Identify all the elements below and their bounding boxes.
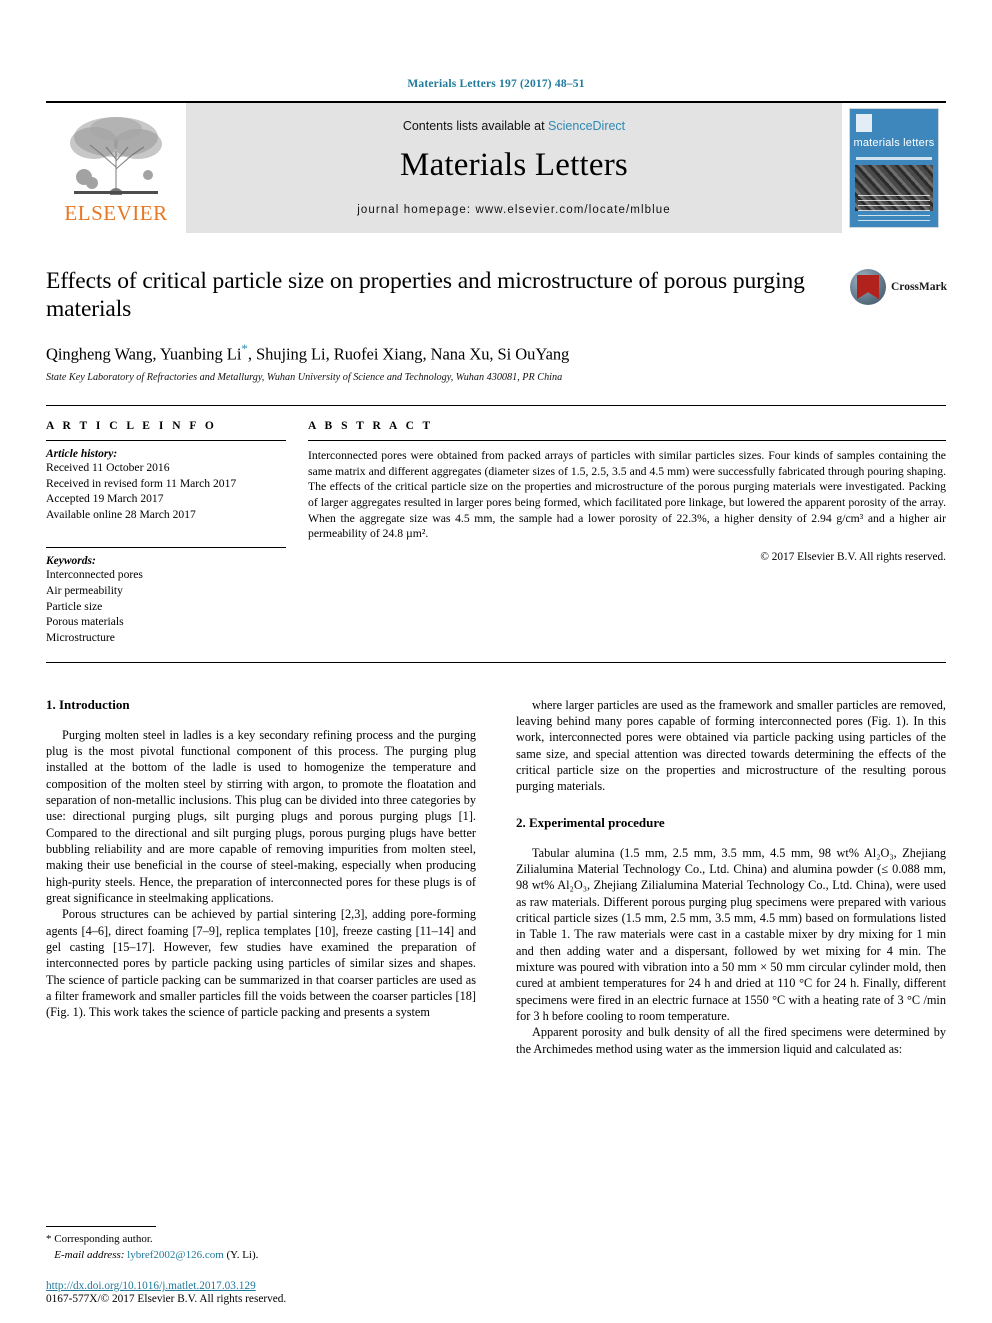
divider (308, 439, 946, 441)
article-info-heading: A R T I C L E I N F O (46, 419, 217, 432)
intro-paragraph-1: Purging molten steel in ladles is a key … (46, 727, 476, 906)
elsevier-logo: ELSEVIER (46, 103, 186, 233)
article-info-column: A R T I C L E I N F O Article history: R… (46, 420, 308, 646)
intro-paragraph-3: where larger particles are used as the f… (516, 697, 946, 794)
abstract-heading: A B S T R A C T (308, 419, 434, 432)
crossmark-label: CrossMark (891, 281, 948, 293)
body-column-left: 1. Introduction Purging molten steel in … (46, 697, 476, 1058)
cover-title: materials letters (853, 137, 935, 149)
sciencedirect-link[interactable]: ScienceDirect (548, 119, 625, 133)
masthead-center: Contents lists available at ScienceDirec… (186, 103, 842, 233)
crossmark-icon (850, 269, 886, 305)
running-head: Materials Letters 197 (2017) 48–51 (407, 78, 585, 90)
section-heading-introduction: 1. Introduction (46, 696, 130, 712)
email-link[interactable]: lybref2002@126.com (127, 1249, 224, 1261)
intro-paragraph-2: Porous structures can be achieved by par… (46, 907, 476, 1020)
keyword-item: Particle size (46, 599, 103, 613)
doi-link[interactable]: http://dx.doi.org/10.1016/j.matlet.2017.… (46, 1280, 506, 1292)
issn-copyright: 0167-577X/© 2017 Elsevier B.V. All right… (46, 1293, 287, 1305)
keyword-item: Microstructure (46, 631, 115, 644)
article-history-label: Article history: (46, 447, 118, 460)
email-owner: (Y. Li). (226, 1248, 259, 1261)
elsevier-tree-icon (70, 117, 162, 195)
footnote-block: * Corresponding author. E-mail address: … (46, 1226, 466, 1263)
email-note: E-mail address: lybref2002@126.com (Y. L… (46, 1248, 466, 1263)
journal-masthead: ELSEVIER Contents lists available at Sci… (46, 101, 946, 233)
experimental-paragraph-1: Tabular alumina (1.5 mm, 2.5 mm, 3.5 mm,… (516, 845, 946, 1024)
divider (46, 439, 286, 441)
elsevier-wordmark: ELSEVIER (64, 201, 168, 225)
journal-cover-thumbnail: materials letters (842, 103, 946, 233)
journal-homepage[interactable]: journal homepage: www.elsevier.com/locat… (357, 204, 671, 216)
cover-image: materials letters (849, 108, 939, 228)
crossmark-badge[interactable]: CrossMark (850, 267, 948, 305)
history-accepted: Accepted 19 March 2017 (46, 492, 164, 506)
keyword-item: Porous materials (46, 615, 124, 629)
divider (46, 547, 286, 549)
cover-text-lines (858, 195, 930, 221)
abstract-column: A B S T R A C T Interconnected pores wer… (308, 420, 946, 646)
history-revised: Received in revised form 11 March 2017 (46, 476, 237, 490)
cover-publisher-icon (856, 114, 872, 132)
page-title: Effects of critical particle size on pro… (46, 268, 805, 323)
keyword-item: Air permeability (46, 584, 123, 598)
contents-prefix: Contents lists available at (402, 118, 549, 133)
paper-page: Materials Letters 197 (2017) 48–51 ELSEV… (0, 0, 992, 1323)
footnote-divider (46, 1226, 156, 1228)
section-heading-experimental: 2. Experimental procedure (516, 814, 665, 830)
doi-block: http://dx.doi.org/10.1016/j.matlet.2017.… (46, 1280, 506, 1305)
keyword-item: Interconnected pores (46, 568, 143, 582)
authors-part-2: , Shujing Li, Ruofei Xiang, Nana Xu, Si … (247, 344, 570, 364)
email-label: E-mail address: (54, 1248, 125, 1261)
keywords-block: Keywords: Interconnected pores Air perme… (46, 547, 286, 645)
journal-title: Materials Letters (400, 146, 628, 183)
title-text-wrap: Effects of critical particle size on pro… (46, 267, 850, 383)
title-block: Effects of critical particle size on pro… (46, 267, 948, 383)
info-abstract-band: A R T I C L E I N F O Article history: R… (46, 404, 946, 663)
affiliation: State Key Laboratory of Refractories and… (46, 371, 563, 383)
author-list: Qingheng Wang, Yuanbing Li*, Shujing Li,… (46, 341, 836, 365)
keywords-label: Keywords: (46, 555, 96, 568)
corresponding-author-note: * Corresponding author. (46, 1233, 153, 1246)
history-received: Received 11 October 2016 (46, 460, 170, 474)
history-online: Available online 28 March 2017 (46, 507, 196, 521)
body-columns: 1. Introduction Purging molten steel in … (46, 697, 946, 1058)
authors-part-1: Qingheng Wang, Yuanbing Li (46, 344, 242, 364)
body-column-right: where larger particles are used as the f… (516, 697, 946, 1058)
contents-available-line: Contents lists available at ScienceDirec… (403, 119, 625, 133)
abstract-copyright: © 2017 Elsevier B.V. All rights reserved… (760, 550, 946, 563)
abstract-text: Interconnected pores were obtained from … (308, 448, 946, 541)
experimental-paragraph-2: Apparent porosity and bulk density of al… (516, 1025, 946, 1056)
cover-rule (856, 157, 932, 160)
